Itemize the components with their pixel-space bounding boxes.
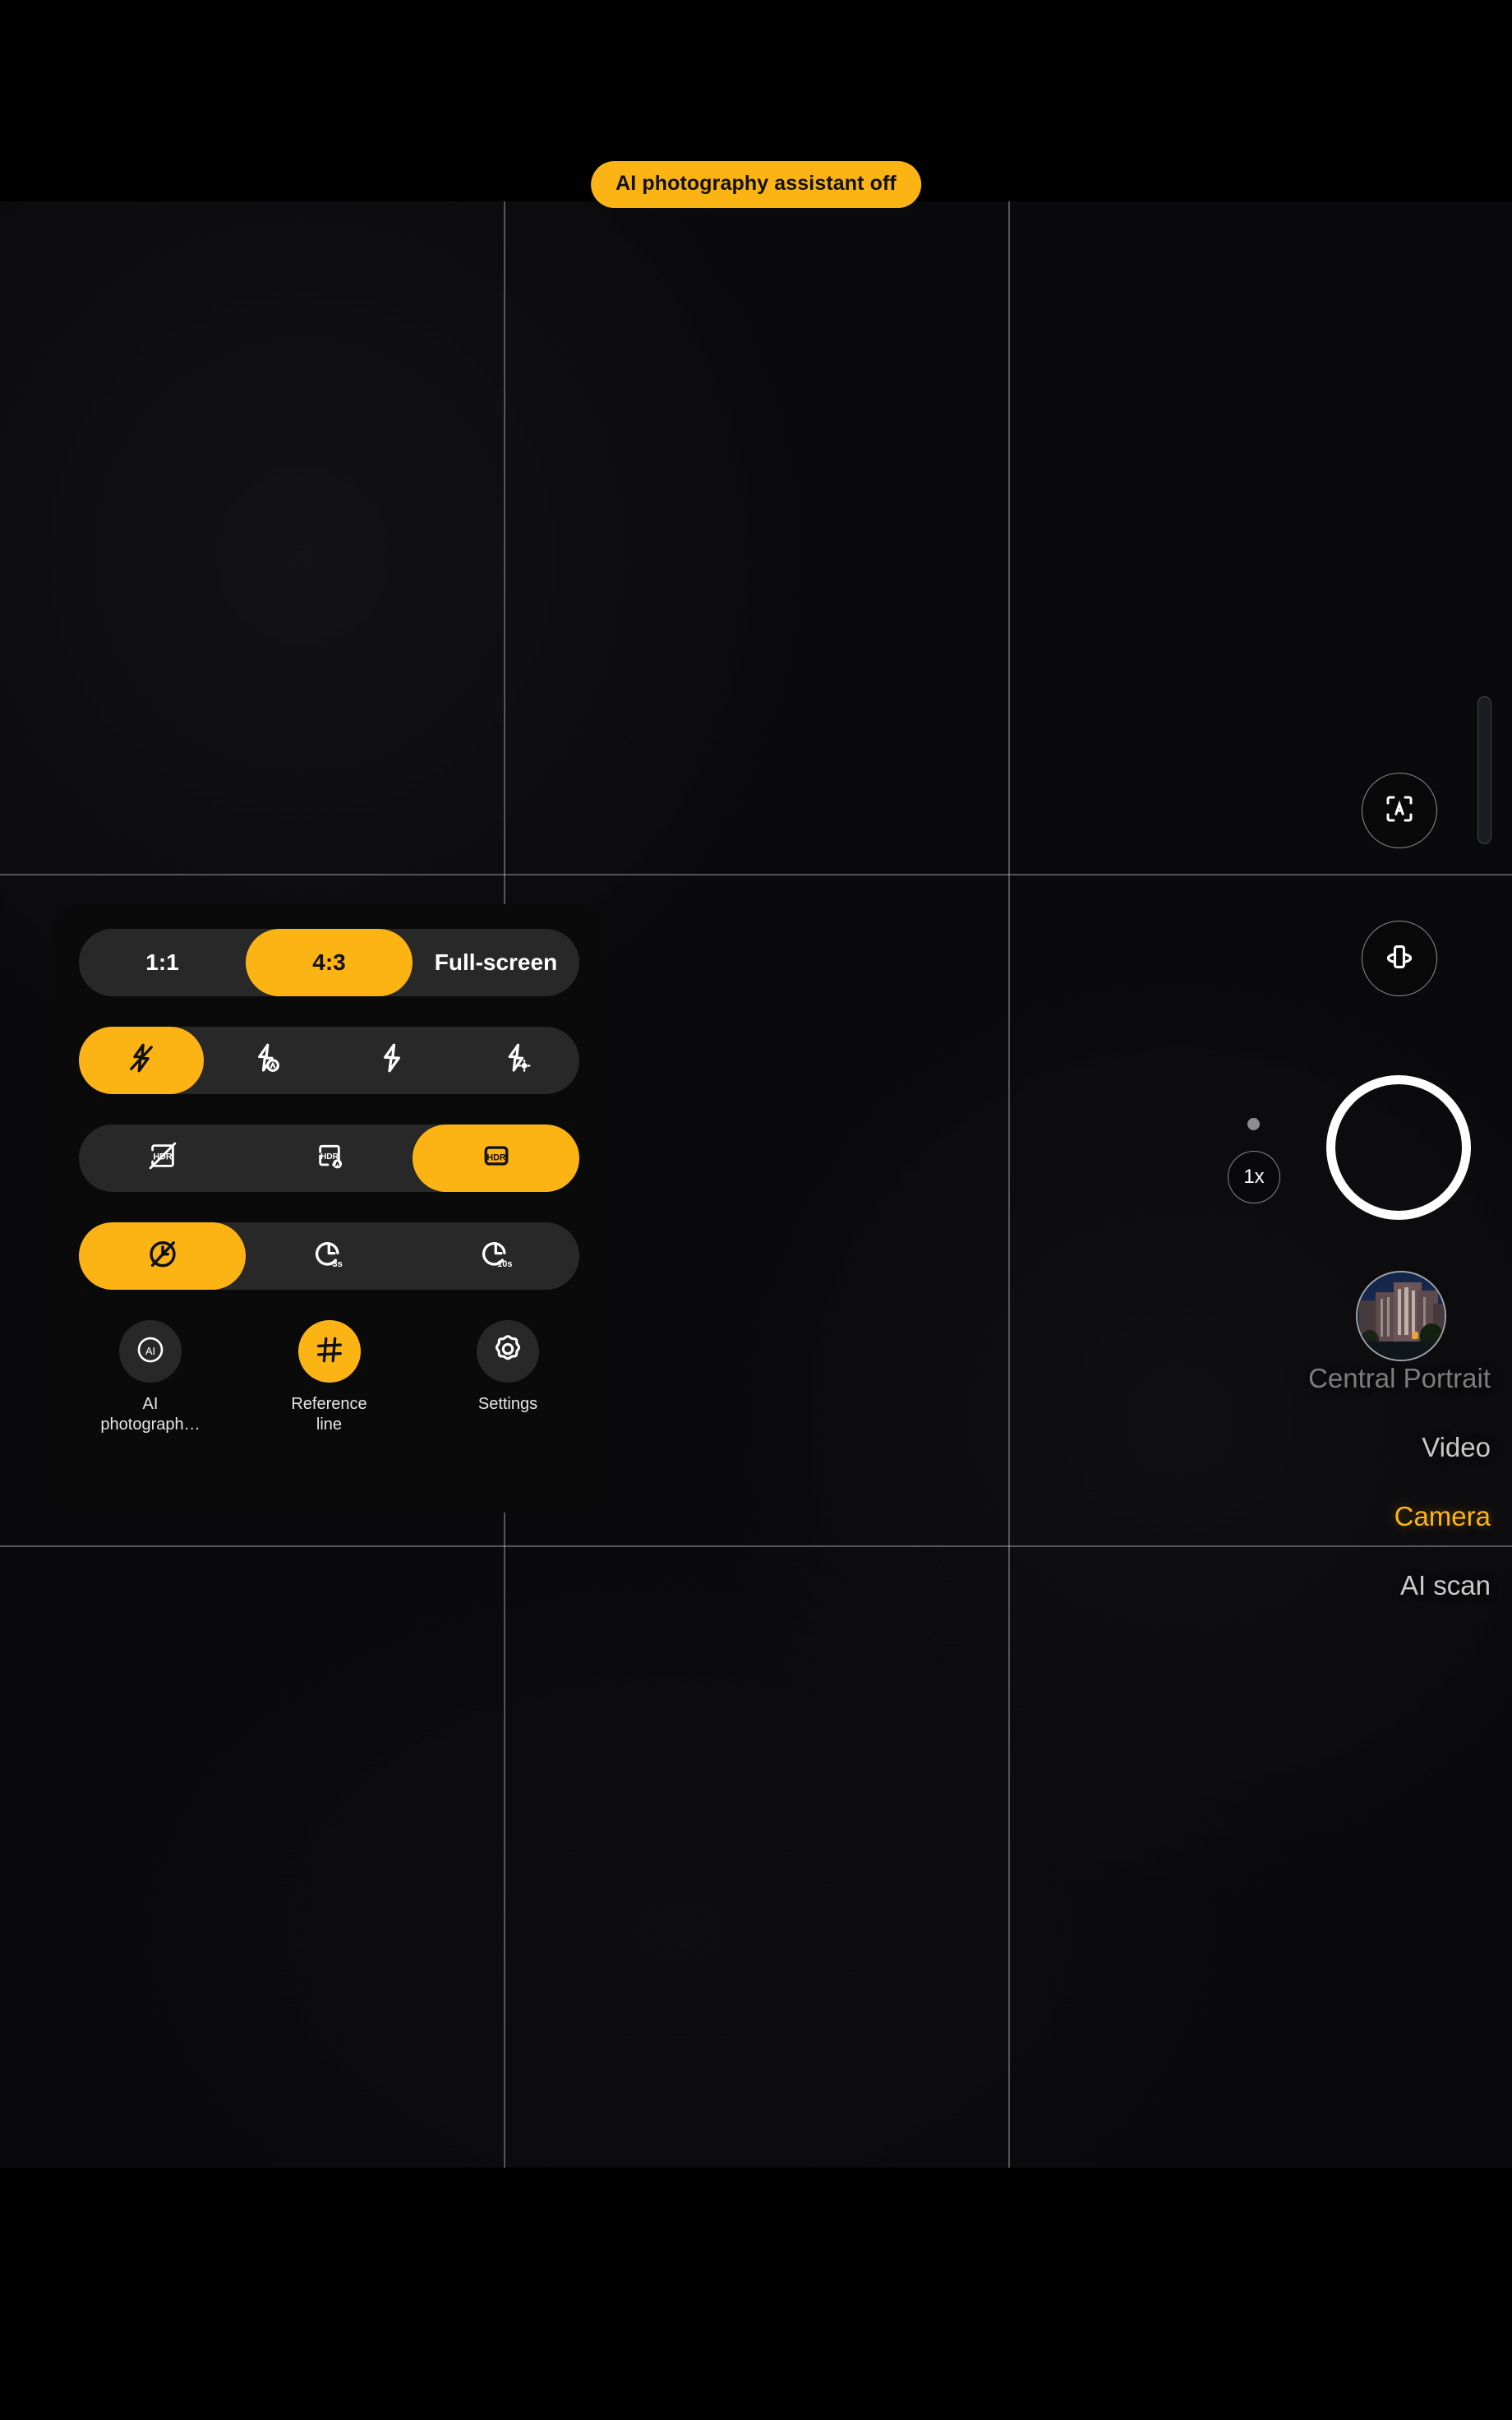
ai-assistant-toast: AI photography assistant off bbox=[591, 161, 921, 208]
mode-camera[interactable]: Camera bbox=[1394, 1501, 1491, 1532]
aspect-ratio-full-screen[interactable]: Full-screen bbox=[413, 929, 579, 996]
hdr-auto-button[interactable]: HDR bbox=[246, 1125, 413, 1192]
flash-on-button[interactable] bbox=[330, 1027, 454, 1094]
mode-central-portrait[interactable]: Central Portrait bbox=[1308, 1363, 1491, 1394]
grid-line-horizontal-2 bbox=[0, 1545, 1512, 1547]
settings-gear-icon-wrap bbox=[477, 1320, 539, 1383]
reference-line-icon-wrap bbox=[297, 1320, 361, 1383]
aspect-ratio-1-1[interactable]: 1:1 bbox=[79, 929, 246, 996]
hdr-on-button[interactable]: HDR bbox=[413, 1125, 579, 1192]
settings-label: Settings bbox=[477, 1395, 538, 1413]
timer-10s-icon: 10s bbox=[478, 1235, 514, 1277]
hdr-selector: HDR HDR HDR bbox=[79, 1125, 579, 1192]
hdr-off-icon: HDR bbox=[144, 1137, 182, 1180]
reference-line-tile[interactable]: Reference line bbox=[268, 1320, 391, 1435]
flash-fill-light-button[interactable] bbox=[454, 1027, 579, 1094]
svg-text:AI: AI bbox=[145, 1344, 155, 1356]
ai-photography-icon-wrap: AI bbox=[119, 1320, 182, 1383]
settings-gear-icon bbox=[490, 1332, 526, 1372]
camera-settings-panel: 1:1 4:3 Full-screen HDR HDR HDR 3s 10s A… bbox=[52, 904, 606, 1512]
zoom-level-dot bbox=[1247, 1118, 1260, 1130]
flash-off-button[interactable] bbox=[79, 1027, 205, 1094]
flash-off-icon bbox=[124, 1041, 159, 1081]
hdr-auto-icon: HDR bbox=[311, 1137, 348, 1180]
grid-line-horizontal-1 bbox=[0, 874, 1512, 875]
zoom-slider[interactable] bbox=[1477, 696, 1491, 844]
shutter-button[interactable] bbox=[1326, 1075, 1471, 1220]
auto-scene-icon bbox=[1382, 792, 1417, 830]
svg-text:10s: 10s bbox=[497, 1258, 512, 1268]
flash-on-icon bbox=[375, 1041, 409, 1081]
auto-scene-button[interactable] bbox=[1362, 773, 1437, 848]
zoom-level-button[interactable]: 1x bbox=[1228, 1151, 1280, 1203]
ai-photography-label: AI photograph… bbox=[100, 1395, 201, 1434]
timer-3s-icon: 3s bbox=[311, 1235, 348, 1277]
hdr-on-icon: HDR bbox=[477, 1137, 515, 1180]
timer-10s-button[interactable]: 10s bbox=[413, 1222, 579, 1290]
timer-3s-button[interactable]: 3s bbox=[246, 1222, 413, 1290]
grid-line-vertical-2 bbox=[1008, 201, 1010, 2168]
ai-photography-icon: AI bbox=[133, 1332, 168, 1371]
reference-line-icon bbox=[312, 1332, 347, 1371]
ai-photography-tile[interactable]: AI AI photograph… bbox=[89, 1320, 212, 1435]
timer-selector: 3s 10s bbox=[79, 1222, 579, 1290]
hdr-off-button[interactable]: HDR bbox=[79, 1125, 246, 1192]
flip-camera-button[interactable] bbox=[1362, 921, 1437, 996]
flash-auto-icon bbox=[249, 1041, 284, 1081]
bottom-black-bar bbox=[0, 2168, 1512, 2420]
panel-tiles-row: AI AI photograph… Reference line Setting… bbox=[79, 1320, 579, 1435]
flash-auto-button[interactable] bbox=[204, 1027, 329, 1094]
settings-tile[interactable]: Settings bbox=[446, 1320, 569, 1435]
mode-video[interactable]: Video bbox=[1422, 1432, 1491, 1463]
timer-off-button[interactable] bbox=[79, 1222, 246, 1290]
mode-ai-scan[interactable]: AI scan bbox=[1400, 1570, 1491, 1601]
flash-selector bbox=[79, 1027, 579, 1094]
svg-text:HDR: HDR bbox=[486, 1152, 506, 1162]
aspect-ratio-selector: 1:1 4:3 Full-screen bbox=[79, 929, 579, 996]
camera-app-screen: AI photography assistant off 1x Central … bbox=[0, 0, 1512, 2420]
aspect-ratio-4-3[interactable]: 4:3 bbox=[246, 929, 413, 996]
timer-off-icon bbox=[145, 1235, 181, 1277]
reference-line-label: Reference line bbox=[291, 1395, 367, 1434]
flash-fill-light-icon bbox=[500, 1041, 534, 1081]
svg-text:3s: 3s bbox=[332, 1258, 343, 1268]
last-photo-thumbnail[interactable] bbox=[1356, 1271, 1446, 1361]
flip-camera-icon bbox=[1381, 939, 1418, 979]
